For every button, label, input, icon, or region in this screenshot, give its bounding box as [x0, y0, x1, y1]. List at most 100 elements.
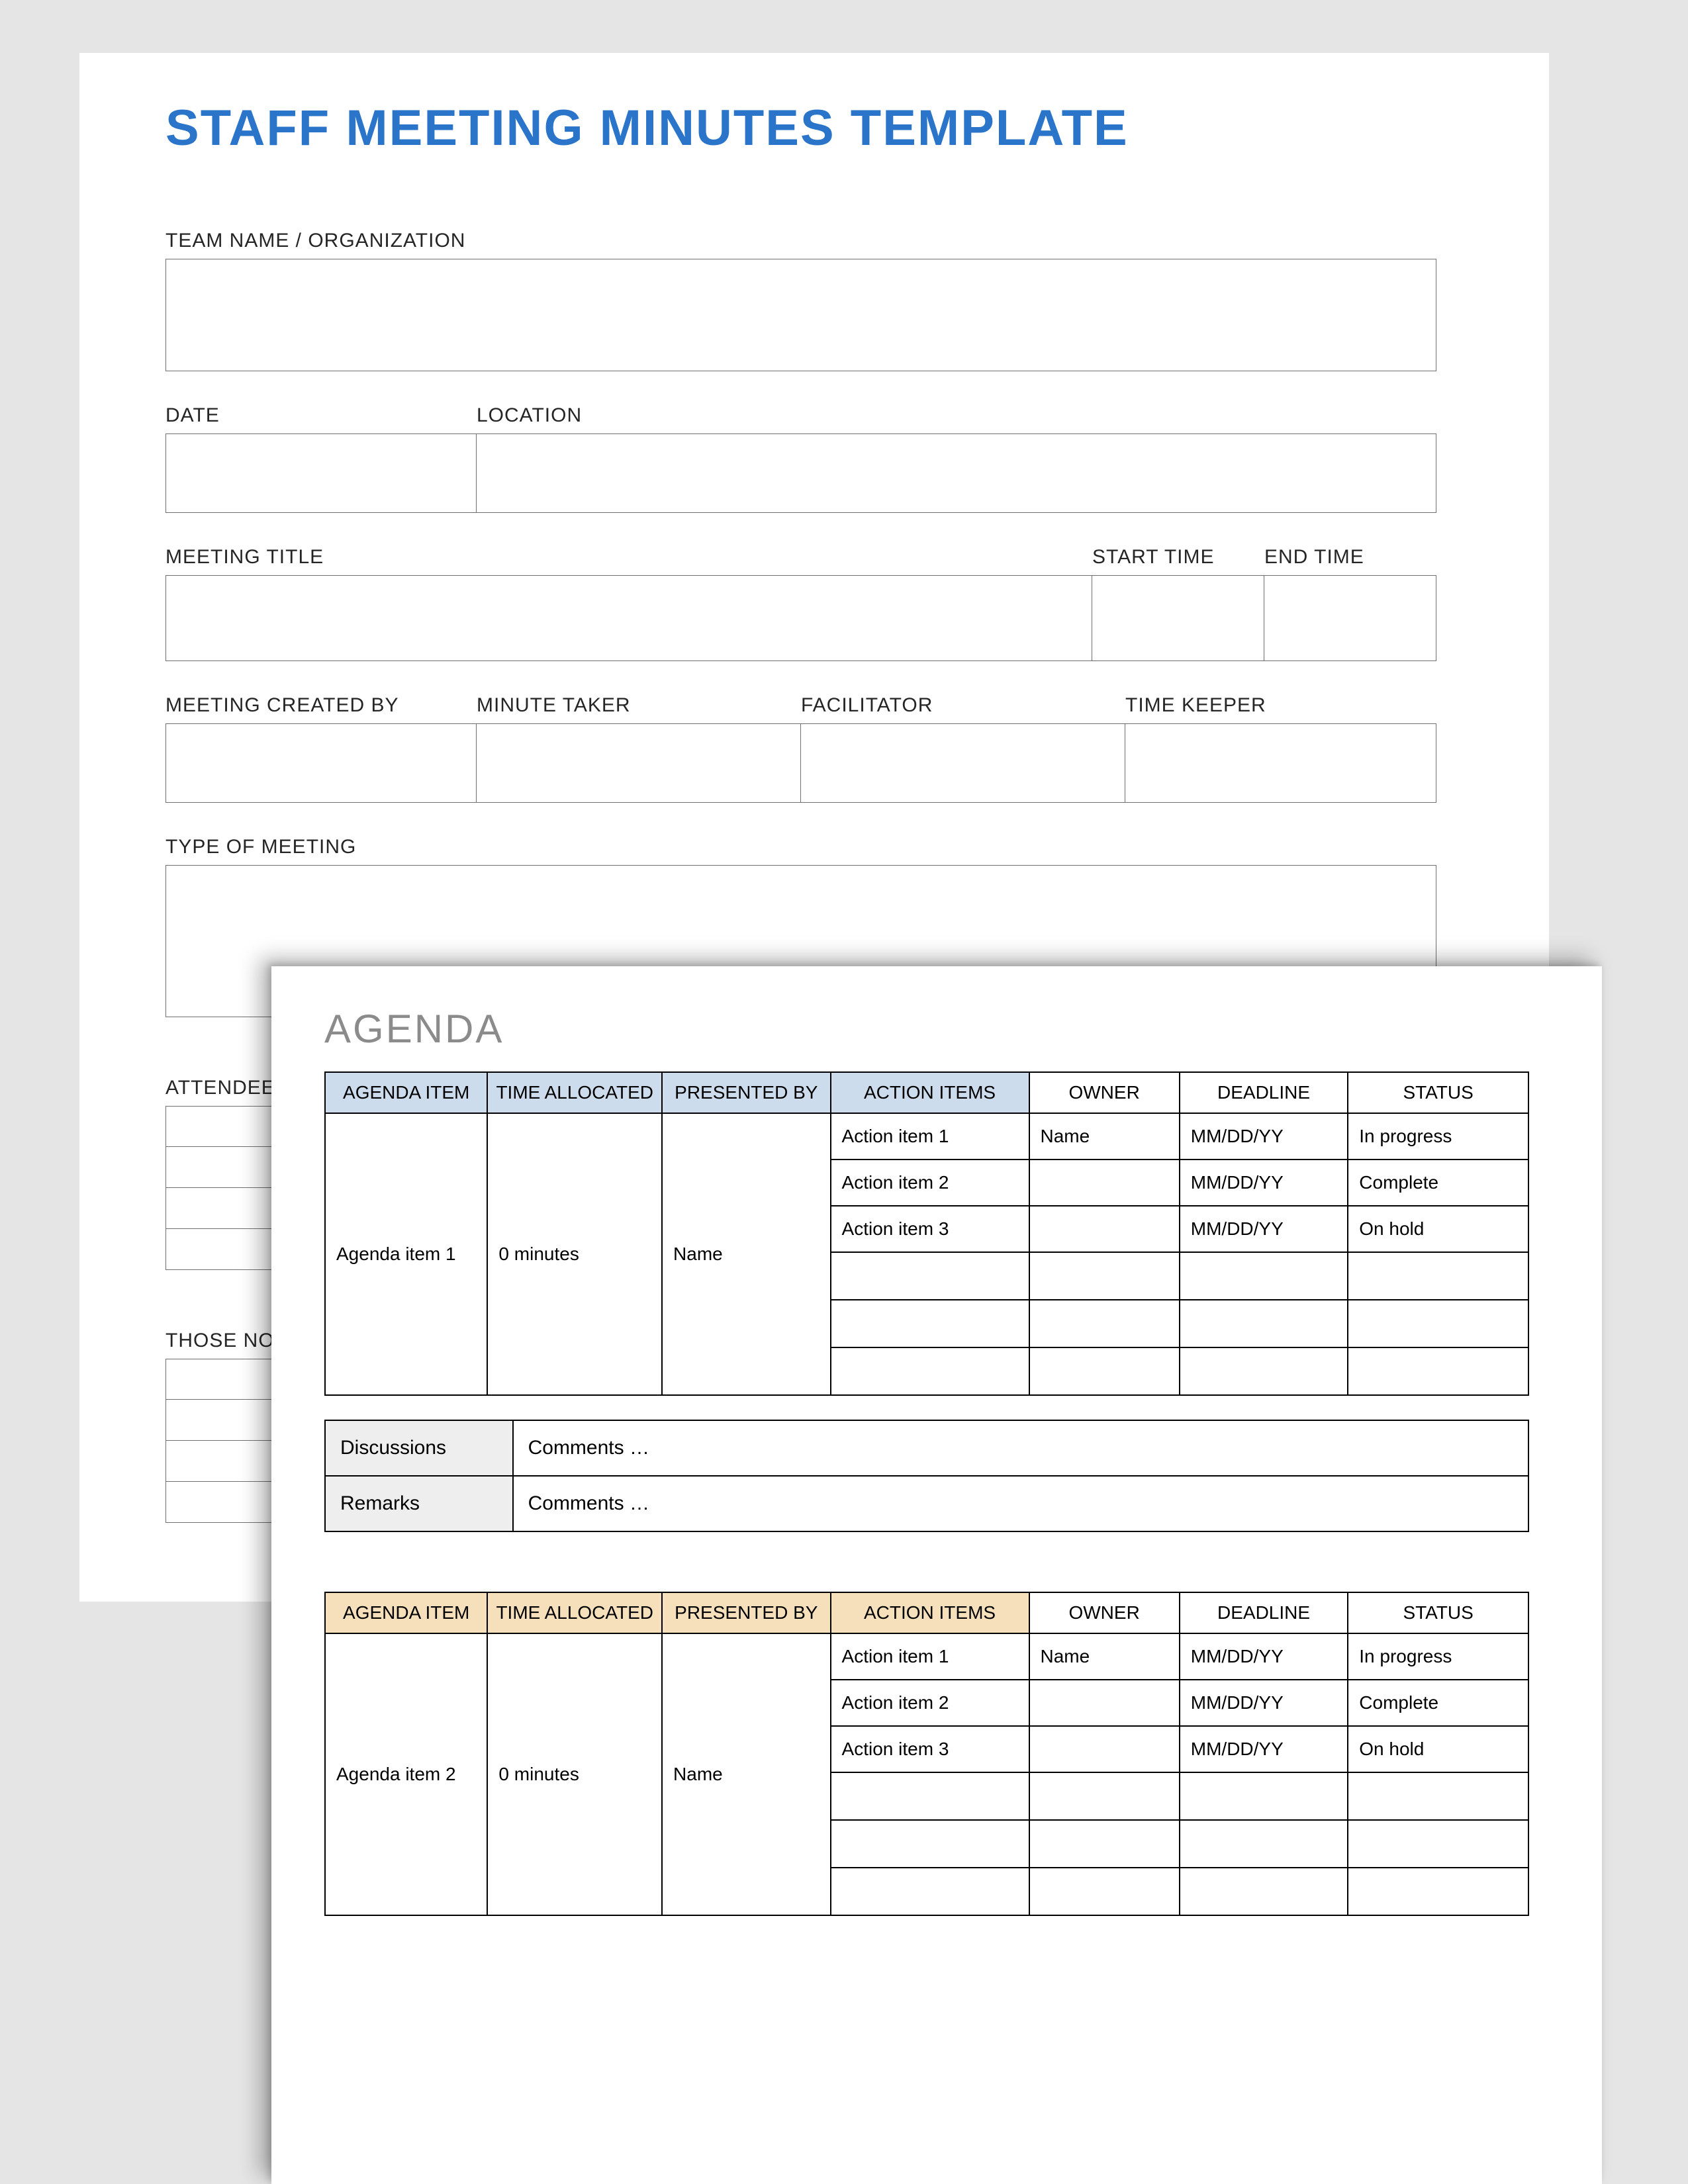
field-team[interactable]	[165, 259, 1436, 371]
cell-agenda-item[interactable]: Agenda item 2	[325, 1633, 487, 1915]
cell-agenda-item[interactable]: Agenda item 1	[325, 1113, 487, 1395]
field-time-keeper[interactable]	[1125, 723, 1436, 803]
col-status: STATUS	[1348, 1592, 1528, 1633]
col-agenda-item: AGENDA ITEM	[325, 1072, 487, 1113]
cell-action[interactable]: Action item 2	[831, 1680, 1029, 1726]
agenda-table-2: AGENDA ITEM TIME ALLOCATED PRESENTED BY …	[324, 1592, 1529, 1916]
col-time-allocated: TIME ALLOCATED	[487, 1072, 662, 1113]
cell-owner[interactable]	[1029, 1772, 1180, 1820]
discussions-value[interactable]: Comments …	[513, 1420, 1528, 1476]
agenda-page: AGENDA AGENDA ITEM TIME ALLOCATED PRESEN…	[271, 966, 1602, 2184]
cell-deadline[interactable]	[1180, 1300, 1348, 1347]
cell-status[interactable]: Complete	[1348, 1680, 1528, 1726]
cell-deadline[interactable]: MM/DD/YY	[1180, 1633, 1348, 1680]
table-row: Agenda item 1 0 minutes Name Action item…	[325, 1113, 1528, 1160]
col-deadline: DEADLINE	[1180, 1592, 1348, 1633]
cell-deadline[interactable]	[1180, 1772, 1348, 1820]
col-owner: OWNER	[1029, 1072, 1180, 1113]
notes-table: Discussions Comments … Remarks Comments …	[324, 1420, 1529, 1532]
label-time-keeper: TIME KEEPER	[1125, 694, 1436, 717]
cell-deadline[interactable]	[1180, 1252, 1348, 1300]
cell-time-allocated[interactable]: 0 minutes	[487, 1633, 662, 1915]
field-date[interactable]	[165, 433, 477, 513]
label-type: TYPE OF MEETING	[165, 836, 1436, 858]
cell-action[interactable]: Action item 1	[831, 1633, 1029, 1680]
cell-owner[interactable]	[1029, 1300, 1180, 1347]
cell-owner[interactable]: Name	[1029, 1113, 1180, 1160]
cell-status[interactable]	[1348, 1868, 1528, 1915]
col-status: STATUS	[1348, 1072, 1528, 1113]
cell-owner[interactable]	[1029, 1252, 1180, 1300]
agenda-table-1: AGENDA ITEM TIME ALLOCATED PRESENTED BY …	[324, 1071, 1529, 1396]
cell-action[interactable]	[831, 1772, 1029, 1820]
cell-action[interactable]: Action item 3	[831, 1206, 1029, 1252]
cell-owner[interactable]	[1029, 1726, 1180, 1772]
cell-time-allocated[interactable]: 0 minutes	[487, 1113, 662, 1395]
col-deadline: DEADLINE	[1180, 1072, 1348, 1113]
label-meeting-title: MEETING TITLE	[165, 546, 1092, 569]
label-start-time: START TIME	[1092, 546, 1264, 569]
cell-status[interactable]: On hold	[1348, 1206, 1528, 1252]
cell-owner[interactable]	[1029, 1347, 1180, 1395]
cell-owner[interactable]	[1029, 1820, 1180, 1868]
cell-deadline[interactable]: MM/DD/YY	[1180, 1726, 1348, 1772]
page-title: STAFF MEETING MINUTES TEMPLATE	[165, 99, 1436, 157]
cell-action[interactable]	[831, 1252, 1029, 1300]
cell-action[interactable]	[831, 1300, 1029, 1347]
cell-presented-by[interactable]: Name	[662, 1633, 831, 1915]
cell-deadline[interactable]	[1180, 1820, 1348, 1868]
cell-action[interactable]	[831, 1868, 1029, 1915]
field-created-by[interactable]	[165, 723, 477, 803]
cell-status[interactable]	[1348, 1772, 1528, 1820]
label-location: LOCATION	[477, 404, 1436, 427]
cell-status[interactable]: In progress	[1348, 1633, 1528, 1680]
discussions-row: Discussions Comments …	[325, 1420, 1528, 1476]
label-end-time: END TIME	[1264, 546, 1436, 569]
label-minute-taker: MINUTE TAKER	[477, 694, 801, 717]
cell-owner[interactable]	[1029, 1680, 1180, 1726]
field-facilitator[interactable]	[801, 723, 1125, 803]
cell-action[interactable]	[831, 1347, 1029, 1395]
field-end-time[interactable]	[1264, 575, 1436, 661]
col-action-items: ACTION ITEMS	[831, 1072, 1029, 1113]
field-start-time[interactable]	[1092, 575, 1264, 661]
cell-deadline[interactable]: MM/DD/YY	[1180, 1160, 1348, 1206]
cell-status[interactable]: On hold	[1348, 1726, 1528, 1772]
label-facilitator: FACILITATOR	[801, 694, 1125, 717]
cell-action[interactable]: Action item 3	[831, 1726, 1029, 1772]
cell-status[interactable]	[1348, 1347, 1528, 1395]
table-header-row: AGENDA ITEM TIME ALLOCATED PRESENTED BY …	[325, 1072, 1528, 1113]
cell-owner[interactable]: Name	[1029, 1633, 1180, 1680]
cell-deadline[interactable]	[1180, 1347, 1348, 1395]
field-meeting-title[interactable]	[165, 575, 1092, 661]
remarks-row: Remarks Comments …	[325, 1476, 1528, 1531]
cell-status[interactable]: In progress	[1348, 1113, 1528, 1160]
cell-status[interactable]	[1348, 1820, 1528, 1868]
table-row: Agenda item 2 0 minutes Name Action item…	[325, 1633, 1528, 1680]
cell-action[interactable]	[831, 1820, 1029, 1868]
cell-deadline[interactable]	[1180, 1868, 1348, 1915]
remarks-value[interactable]: Comments …	[513, 1476, 1528, 1531]
label-created-by: MEETING CREATED BY	[165, 694, 477, 717]
cell-presented-by[interactable]: Name	[662, 1113, 831, 1395]
col-time-allocated: TIME ALLOCATED	[487, 1592, 662, 1633]
remarks-label: Remarks	[325, 1476, 513, 1531]
cell-owner[interactable]	[1029, 1868, 1180, 1915]
discussions-label: Discussions	[325, 1420, 513, 1476]
label-team: TEAM NAME / ORGANIZATION	[165, 230, 1436, 252]
cell-status[interactable]: Complete	[1348, 1160, 1528, 1206]
cell-deadline[interactable]: MM/DD/YY	[1180, 1680, 1348, 1726]
cell-status[interactable]	[1348, 1252, 1528, 1300]
cell-owner[interactable]	[1029, 1206, 1180, 1252]
cell-status[interactable]	[1348, 1300, 1528, 1347]
cell-deadline[interactable]: MM/DD/YY	[1180, 1206, 1348, 1252]
col-action-items: ACTION ITEMS	[831, 1592, 1029, 1633]
field-location[interactable]	[477, 433, 1436, 513]
cell-action[interactable]: Action item 1	[831, 1113, 1029, 1160]
cell-action[interactable]: Action item 2	[831, 1160, 1029, 1206]
cell-owner[interactable]	[1029, 1160, 1180, 1206]
col-owner: OWNER	[1029, 1592, 1180, 1633]
field-minute-taker[interactable]	[477, 723, 801, 803]
cell-deadline[interactable]: MM/DD/YY	[1180, 1113, 1348, 1160]
col-presented-by: PRESENTED BY	[662, 1072, 831, 1113]
